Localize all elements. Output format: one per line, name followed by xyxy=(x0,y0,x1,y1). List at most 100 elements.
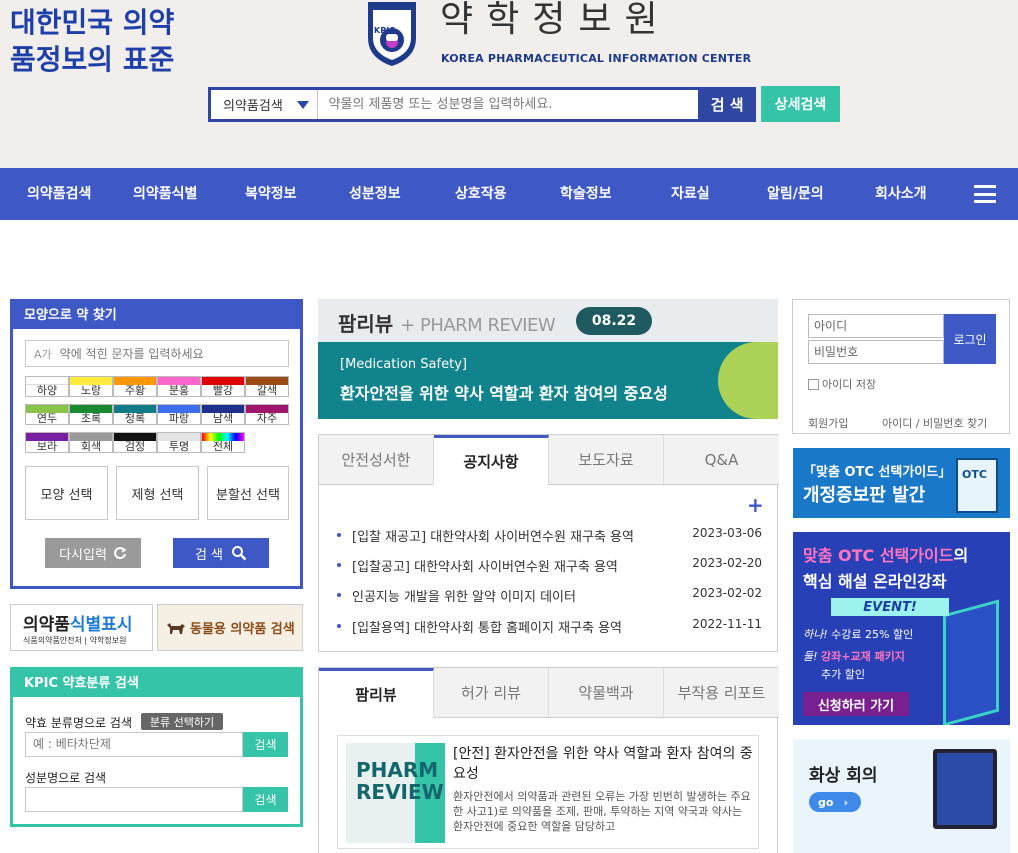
monitor-illustration xyxy=(943,599,999,725)
video-go-button[interactable]: go › xyxy=(809,792,861,812)
tab-notice[interactable]: 공지사항 xyxy=(434,435,549,485)
animal-drug-search-banner[interactable]: 동물용 의약품 검색 xyxy=(157,604,303,651)
color-swatch[interactable]: 주황 xyxy=(113,376,157,397)
drug-id-mark-banner[interactable]: 의약품식별표시 식품의약품안전처 | 약학정보원 xyxy=(10,604,153,651)
magnifier-icon xyxy=(232,546,247,561)
color-swatch[interactable]: 보라 xyxy=(25,432,69,453)
color-swatch[interactable]: 투명 xyxy=(157,432,201,453)
chevron-right-icon: › xyxy=(843,795,848,809)
tab-drug-encyclopedia[interactable]: 약물백과 xyxy=(549,668,664,718)
notice-row[interactable]: [입찰공고] 대한약사회 사이버연수원 재구축 용역 2023-02-20 xyxy=(337,555,762,575)
nav-item-library[interactable]: 자료실 xyxy=(671,168,710,220)
animal-banner-label: 동물용 의약품 검색 xyxy=(190,622,295,637)
color-swatch[interactable]: 검정 xyxy=(113,432,157,453)
nav-item-ingredient-info[interactable]: 성분정보 xyxy=(349,168,401,220)
ingredient-search-button[interactable]: 검색 xyxy=(243,787,288,812)
reset-button[interactable]: 다시입력 xyxy=(45,538,141,568)
notice-tab-panel: 안전성서한 공지사항 보도자료 Q&A + [입찰 재공고] 대한약사회 사이버… xyxy=(318,434,779,652)
lecture-line1: 맞춤 OTC 선택가이드의 xyxy=(803,546,969,565)
site-slogan: 대한민국 의약품정보의 표준 xyxy=(10,6,175,76)
find-account-link[interactable]: 아이디 / 비밀번호 찾기 xyxy=(882,415,987,431)
pill-imprint-placeholder: 약에 적힌 문자를 입력하세요 xyxy=(59,347,204,361)
nav-item-company[interactable]: 회사소개 xyxy=(875,168,927,220)
kpic-search-title: KPIC 약효분류 검색 xyxy=(13,670,300,697)
login-box: 아이디 비밀번호 로그인 아이디 저장 회원가입 아이디 / 비밀번호 찾기 xyxy=(792,299,1010,434)
tab-press[interactable]: 보도자료 xyxy=(549,435,664,485)
pharm-review-banner[interactable]: 팜리뷰 + PHARM REVIEW 08.22 [Medication Saf… xyxy=(318,299,778,419)
pill-imprint-input[interactable]: A가 약에 적힌 문자를 입력하세요 xyxy=(25,340,289,367)
color-swatch[interactable]: 파랑 xyxy=(157,404,201,425)
banner-brand: 팜리뷰 + PHARM REVIEW xyxy=(338,312,556,336)
nav-item-notice-inquiry[interactable]: 알림/문의 xyxy=(767,168,824,220)
class-select-button[interactable]: 분류 선택하기 xyxy=(141,713,223,730)
tab-pharm-review[interactable]: 팜리뷰 xyxy=(319,668,434,718)
nav-item-drug-identify[interactable]: 의약품식별 xyxy=(133,168,197,220)
main-search-button[interactable]: 검 색 xyxy=(698,87,756,122)
login-button[interactable]: 로그인 xyxy=(944,314,996,364)
otc-banner-line1: 「맞춤 OTC 선택가이드」 xyxy=(803,465,952,480)
detail-search-button[interactable]: 상세검색 xyxy=(761,86,840,122)
color-swatch[interactable]: 연두 xyxy=(25,404,69,425)
login-id-input[interactable]: 아이디 xyxy=(808,314,944,338)
split-line-select-button[interactable]: 분할선 선택 xyxy=(207,466,289,520)
video-conference-banner[interactable]: 화상 회의 go › xyxy=(793,739,1010,853)
otc-banner-line2: 개정증보판 발간 xyxy=(803,485,926,506)
tab-qna[interactable]: Q&A xyxy=(664,435,779,485)
class-search-button[interactable]: 검색 xyxy=(243,732,288,757)
banner-decoration xyxy=(718,342,778,419)
color-swatch[interactable]: 자주 xyxy=(245,404,289,425)
nav-item-interaction[interactable]: 상호작용 xyxy=(455,168,507,220)
color-swatch[interactable]: 분홍 xyxy=(157,376,201,397)
color-swatch[interactable]: 전체 xyxy=(201,432,245,453)
notice-row[interactable]: 인공지능 개발을 위한 알약 이미지 데이터 2023-02-02 xyxy=(337,585,762,605)
otc-guide-banner[interactable]: 「맞춤 OTC 선택가이드」 개정증보판 발간 OTC xyxy=(793,448,1010,518)
search-type-select[interactable]: 의약품검색 xyxy=(211,90,319,119)
color-swatch[interactable]: 회색 xyxy=(69,432,113,453)
text-input-icon: A가 xyxy=(34,347,52,361)
hamburger-menu-icon[interactable] xyxy=(974,185,996,203)
lecture-benefit-1: 하나! 수강료 25% 할인 xyxy=(803,628,914,641)
color-swatch[interactable]: 남색 xyxy=(201,404,245,425)
notice-more-plus-icon[interactable]: + xyxy=(747,493,764,517)
color-swatch[interactable]: 노랑 xyxy=(69,376,113,397)
tab-approval-review[interactable]: 허가 리뷰 xyxy=(434,668,549,718)
tab-adverse-report[interactable]: 부작용 리포트 xyxy=(664,668,779,718)
join-link[interactable]: 회원가입 xyxy=(808,415,848,431)
notice-row[interactable]: [입찰 재공고] 대한약사회 사이버연수원 재구축 용역 2023-03-06 xyxy=(337,525,762,545)
nav-item-medication-info[interactable]: 복약정보 xyxy=(245,168,297,220)
caret-down-icon xyxy=(297,100,310,109)
class-search-input[interactable]: 예 : 베타차단제 xyxy=(25,732,243,757)
nav-item-drug-search[interactable]: 의약품검색 xyxy=(27,168,91,220)
nav-item-academic-info[interactable]: 학술정보 xyxy=(560,168,612,220)
dog-icon xyxy=(167,622,185,634)
login-password-input[interactable]: 비밀번호 xyxy=(808,340,944,364)
ingredient-search-input[interactable] xyxy=(25,787,243,812)
form-select-button[interactable]: 제형 선택 xyxy=(116,466,199,520)
video-banner-title: 화상 회의 xyxy=(809,766,878,786)
save-id-checkbox[interactable]: 아이디 저장 xyxy=(808,376,876,392)
shape-search-label: 검 색 xyxy=(194,547,224,563)
monitor-illustration xyxy=(933,749,997,829)
review-article-card[interactable]: PHARM REVIEW [안전] 환자안전을 위한 약사 역할과 환자 참여의… xyxy=(337,735,759,849)
shape-search-title: 모양으로 약 찾기 xyxy=(13,302,300,329)
tab-safety-letter[interactable]: 안전성서한 xyxy=(319,435,434,485)
shape-select-button[interactable]: 모양 선택 xyxy=(25,466,108,520)
main-search-bar: 의약품검색 검 색 xyxy=(208,87,756,122)
reset-label: 다시입력 xyxy=(59,547,107,563)
color-swatch[interactable]: 갈색 xyxy=(245,376,289,397)
banner-date-badge: 08.22 xyxy=(576,307,652,335)
main-search-input[interactable] xyxy=(318,90,699,119)
lecture-line2: 핵심 해설 온라인강좌 xyxy=(803,572,947,591)
book-icon: OTC xyxy=(956,458,998,513)
notice-row[interactable]: [입찰용역] 대한약사회 통합 홈페이지 재구축 용역 2022-11-11 xyxy=(337,616,762,636)
otc-lecture-banner[interactable]: 맞춤 OTC 선택가이드의 핵심 해설 온라인강좌 EVENT! 하나! 수강료… xyxy=(793,532,1010,725)
color-swatch[interactable]: 빨강 xyxy=(201,376,245,397)
banner-title: 환자안전을 위한 약사 역할과 환자 참여의 중요성 xyxy=(340,384,668,403)
color-swatch[interactable]: 초록 xyxy=(69,404,113,425)
site-logo-korean[interactable]: 약학정보원 xyxy=(440,0,671,40)
shape-search-button[interactable]: 검 색 xyxy=(173,538,269,568)
color-swatch[interactable]: 하양 xyxy=(25,376,69,397)
main-nav: 의약품검색 의약품식별 복약정보 성분정보 상호작용 학술정보 자료실 알림/문… xyxy=(0,168,1018,220)
lecture-apply-button[interactable]: 신청하러 가기 xyxy=(803,692,909,716)
color-swatch[interactable]: 청록 xyxy=(113,404,157,425)
